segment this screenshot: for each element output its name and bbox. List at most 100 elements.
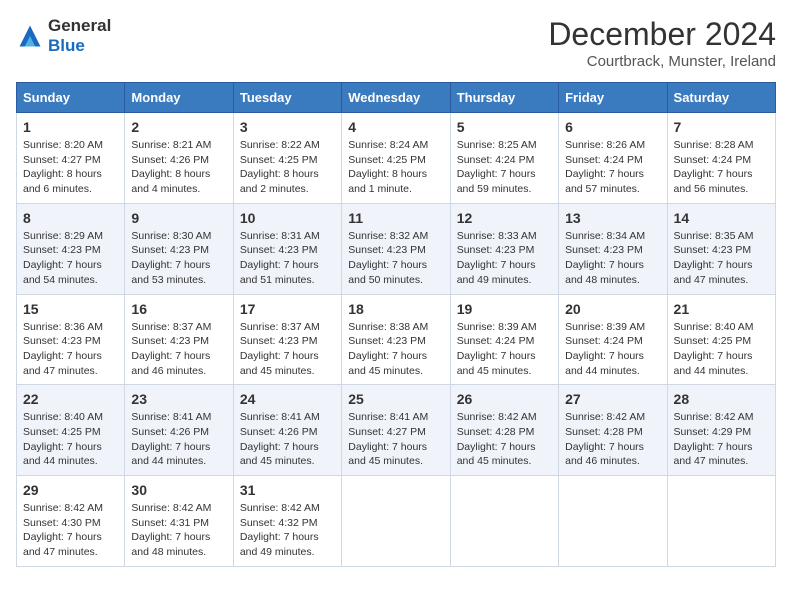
calendar-header-row: SundayMondayTuesdayWednesdayThursdayFrid… bbox=[17, 83, 776, 113]
day-info: Sunrise: 8:21 AMSunset: 4:26 PMDaylight:… bbox=[131, 138, 226, 197]
calendar-cell: 19Sunrise: 8:39 AMSunset: 4:24 PMDayligh… bbox=[450, 294, 558, 385]
weekday-header-wednesday: Wednesday bbox=[342, 83, 450, 113]
day-info: Sunrise: 8:32 AMSunset: 4:23 PMDaylight:… bbox=[348, 229, 443, 288]
day-number: 9 bbox=[131, 210, 226, 226]
day-number: 18 bbox=[348, 301, 443, 317]
logo-general: General bbox=[48, 16, 111, 35]
calendar-cell: 22 Sunrise: 8:40 AMSunset: 4:25 PMDayligh… bbox=[17, 385, 125, 476]
calendar-cell: 23Sunrise: 8:41 AMSunset: 4:26 PMDayligh… bbox=[125, 385, 233, 476]
day-number: 24 bbox=[240, 391, 335, 407]
day-number: 22 bbox=[23, 391, 118, 407]
calendar-cell: 1 Sunrise: 8:20 AMSunset: 4:27 PMDaylight… bbox=[17, 113, 125, 204]
day-number: 4 bbox=[348, 119, 443, 135]
calendar-cell: 31 Sunrise: 8:42 AMSunset: 4:32 PMDayligh… bbox=[233, 476, 341, 567]
day-number: 26 bbox=[457, 391, 552, 407]
location-subtitle: Courtbrack, Munster, Ireland bbox=[548, 53, 776, 70]
day-number: 15 bbox=[23, 301, 118, 317]
day-info: Sunrise: 8:29 AMSunset: 4:23 PMDaylight:… bbox=[23, 229, 118, 288]
calendar-cell: 12 Sunrise: 8:33 AMSunset: 4:23 PMDayligh… bbox=[450, 203, 558, 294]
calendar-cell bbox=[559, 476, 667, 567]
day-info: Sunrise: 8:34 AMSunset: 4:23 PMDaylight:… bbox=[565, 229, 660, 288]
calendar-cell: 14Sunrise: 8:35 AMSunset: 4:23 PMDayligh… bbox=[667, 203, 775, 294]
calendar-cell: 2 Sunrise: 8:21 AMSunset: 4:26 PMDaylight… bbox=[125, 113, 233, 204]
calendar-cell: 9Sunrise: 8:30 AMSunset: 4:23 PMDaylight… bbox=[125, 203, 233, 294]
day-number: 8 bbox=[23, 210, 118, 226]
day-info: Sunrise: 8:42 AMSunset: 4:31 PMDaylight:… bbox=[131, 501, 226, 560]
day-info: Sunrise: 8:24 AMSunset: 4:25 PMDaylight:… bbox=[348, 138, 443, 197]
logo: General Blue bbox=[16, 16, 111, 56]
day-number: 3 bbox=[240, 119, 335, 135]
day-info: Sunrise: 8:36 AMSunset: 4:23 PMDaylight:… bbox=[23, 320, 118, 379]
day-info: Sunrise: 8:31 AMSunset: 4:23 PMDaylight:… bbox=[240, 229, 335, 288]
calendar-cell: 11 Sunrise: 8:32 AMSunset: 4:23 PMDayligh… bbox=[342, 203, 450, 294]
calendar-cell: 28 Sunrise: 8:42 AMSunset: 4:29 PMDayligh… bbox=[667, 385, 775, 476]
calendar-cell: 7Sunrise: 8:28 AMSunset: 4:24 PMDaylight… bbox=[667, 113, 775, 204]
day-number: 27 bbox=[565, 391, 660, 407]
calendar-cell: 10 Sunrise: 8:31 AMSunset: 4:23 PMDayligh… bbox=[233, 203, 341, 294]
day-info: Sunrise: 8:41 AMSunset: 4:26 PMDaylight:… bbox=[131, 410, 226, 469]
day-info: Sunrise: 8:35 AMSunset: 4:23 PMDaylight:… bbox=[674, 229, 769, 288]
day-number: 19 bbox=[457, 301, 552, 317]
calendar-week-row: 22 Sunrise: 8:40 AMSunset: 4:25 PMDayligh… bbox=[17, 385, 776, 476]
day-number: 21 bbox=[674, 301, 769, 317]
calendar-cell bbox=[450, 476, 558, 567]
day-info: Sunrise: 8:25 AMSunset: 4:24 PMDaylight:… bbox=[457, 138, 552, 197]
day-number: 29 bbox=[23, 482, 118, 498]
calendar-cell: 6 Sunrise: 8:26 AMSunset: 4:24 PMDaylight… bbox=[559, 113, 667, 204]
day-number: 6 bbox=[565, 119, 660, 135]
day-number: 16 bbox=[131, 301, 226, 317]
day-info: Sunrise: 8:42 AMSunset: 4:28 PMDaylight:… bbox=[565, 410, 660, 469]
day-number: 28 bbox=[674, 391, 769, 407]
day-info: Sunrise: 8:42 AMSunset: 4:32 PMDaylight:… bbox=[240, 501, 335, 560]
calendar-cell: 25Sunrise: 8:41 AMSunset: 4:27 PMDayligh… bbox=[342, 385, 450, 476]
day-info: Sunrise: 8:26 AMSunset: 4:24 PMDaylight:… bbox=[565, 138, 660, 197]
logo-blue: Blue bbox=[48, 36, 85, 55]
day-info: Sunrise: 8:42 AMSunset: 4:30 PMDaylight:… bbox=[23, 501, 118, 560]
calendar-cell: 21 Sunrise: 8:40 AMSunset: 4:25 PMDayligh… bbox=[667, 294, 775, 385]
day-number: 13 bbox=[565, 210, 660, 226]
month-year-title: December 2024 bbox=[548, 16, 776, 53]
calendar-cell: 16 Sunrise: 8:37 AMSunset: 4:23 PMDayligh… bbox=[125, 294, 233, 385]
day-number: 1 bbox=[23, 119, 118, 135]
day-info: Sunrise: 8:40 AMSunset: 4:25 PMDaylight:… bbox=[674, 320, 769, 379]
day-number: 31 bbox=[240, 482, 335, 498]
weekday-header-thursday: Thursday bbox=[450, 83, 558, 113]
day-info: Sunrise: 8:20 AMSunset: 4:27 PMDaylight:… bbox=[23, 138, 118, 197]
calendar-cell: 17Sunrise: 8:37 AMSunset: 4:23 PMDayligh… bbox=[233, 294, 341, 385]
day-number: 2 bbox=[131, 119, 226, 135]
calendar-week-row: 15 Sunrise: 8:36 AMSunset: 4:23 PMDayligh… bbox=[17, 294, 776, 385]
day-number: 12 bbox=[457, 210, 552, 226]
calendar-cell: 27 Sunrise: 8:42 AMSunset: 4:28 PMDayligh… bbox=[559, 385, 667, 476]
day-info: Sunrise: 8:41 AMSunset: 4:26 PMDaylight:… bbox=[240, 410, 335, 469]
title-block: December 2024 Courtbrack, Munster, Irela… bbox=[548, 16, 776, 70]
calendar-cell: 20Sunrise: 8:39 AMSunset: 4:24 PMDayligh… bbox=[559, 294, 667, 385]
calendar-cell: 24 Sunrise: 8:41 AMSunset: 4:26 PMDayligh… bbox=[233, 385, 341, 476]
day-info: Sunrise: 8:33 AMSunset: 4:23 PMDaylight:… bbox=[457, 229, 552, 288]
day-number: 11 bbox=[348, 210, 443, 226]
day-info: Sunrise: 8:40 AMSunset: 4:25 PMDaylight:… bbox=[23, 410, 118, 469]
weekday-header-monday: Monday bbox=[125, 83, 233, 113]
day-info: Sunrise: 8:42 AMSunset: 4:28 PMDaylight:… bbox=[457, 410, 552, 469]
calendar-cell: 4 Sunrise: 8:24 AMSunset: 4:25 PMDaylight… bbox=[342, 113, 450, 204]
calendar-week-row: 1 Sunrise: 8:20 AMSunset: 4:27 PMDaylight… bbox=[17, 113, 776, 204]
calendar-cell: 5 Sunrise: 8:25 AMSunset: 4:24 PMDaylight… bbox=[450, 113, 558, 204]
day-info: Sunrise: 8:28 AMSunset: 4:24 PMDaylight:… bbox=[674, 138, 769, 197]
weekday-header-tuesday: Tuesday bbox=[233, 83, 341, 113]
logo-icon bbox=[16, 22, 44, 50]
calendar-cell: 26 Sunrise: 8:42 AMSunset: 4:28 PMDayligh… bbox=[450, 385, 558, 476]
day-info: Sunrise: 8:41 AMSunset: 4:27 PMDaylight:… bbox=[348, 410, 443, 469]
day-info: Sunrise: 8:37 AMSunset: 4:23 PMDaylight:… bbox=[131, 320, 226, 379]
calendar-cell bbox=[667, 476, 775, 567]
calendar-week-row: 8 Sunrise: 8:29 AMSunset: 4:23 PMDaylight… bbox=[17, 203, 776, 294]
calendar-cell: 15 Sunrise: 8:36 AMSunset: 4:23 PMDayligh… bbox=[17, 294, 125, 385]
calendar-cell: 18Sunrise: 8:38 AMSunset: 4:23 PMDayligh… bbox=[342, 294, 450, 385]
logo-text: General Blue bbox=[48, 16, 111, 56]
day-info: Sunrise: 8:37 AMSunset: 4:23 PMDaylight:… bbox=[240, 320, 335, 379]
day-number: 10 bbox=[240, 210, 335, 226]
calendar-week-row: 29 Sunrise: 8:42 AMSunset: 4:30 PMDayligh… bbox=[17, 476, 776, 567]
page-header: General Blue December 2024 Courtbrack, M… bbox=[16, 16, 776, 70]
day-number: 5 bbox=[457, 119, 552, 135]
day-info: Sunrise: 8:42 AMSunset: 4:29 PMDaylight:… bbox=[674, 410, 769, 469]
calendar-cell: 8 Sunrise: 8:29 AMSunset: 4:23 PMDaylight… bbox=[17, 203, 125, 294]
calendar-cell bbox=[342, 476, 450, 567]
